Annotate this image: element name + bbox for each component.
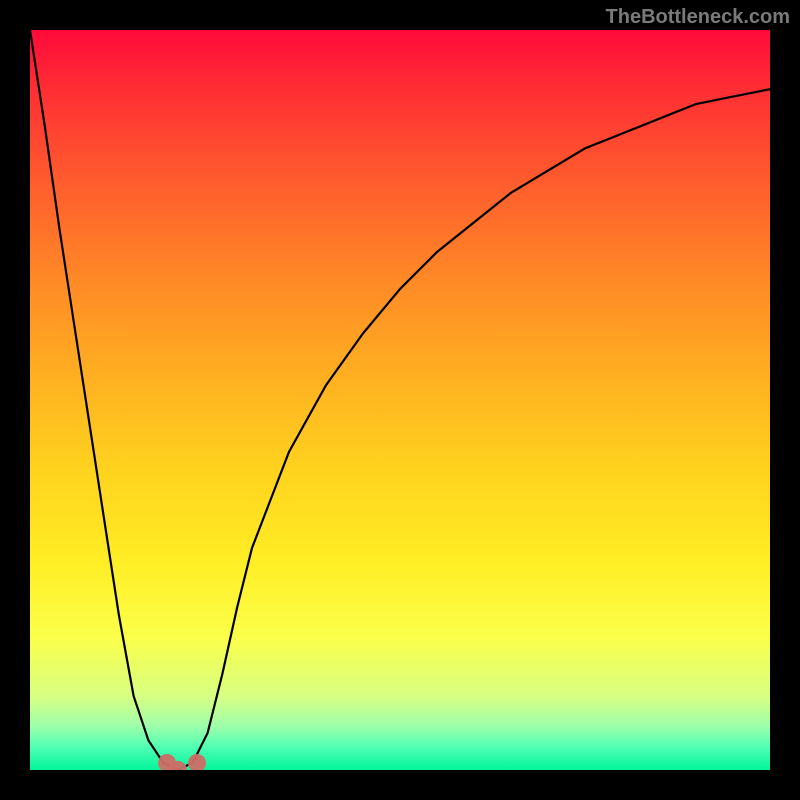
plot-hitbox[interactable]	[30, 30, 770, 770]
plot-area[interactable]	[30, 30, 770, 770]
chart-frame: TheBottleneck.com	[0, 0, 800, 800]
attribution-link[interactable]: TheBottleneck.com	[606, 6, 790, 29]
